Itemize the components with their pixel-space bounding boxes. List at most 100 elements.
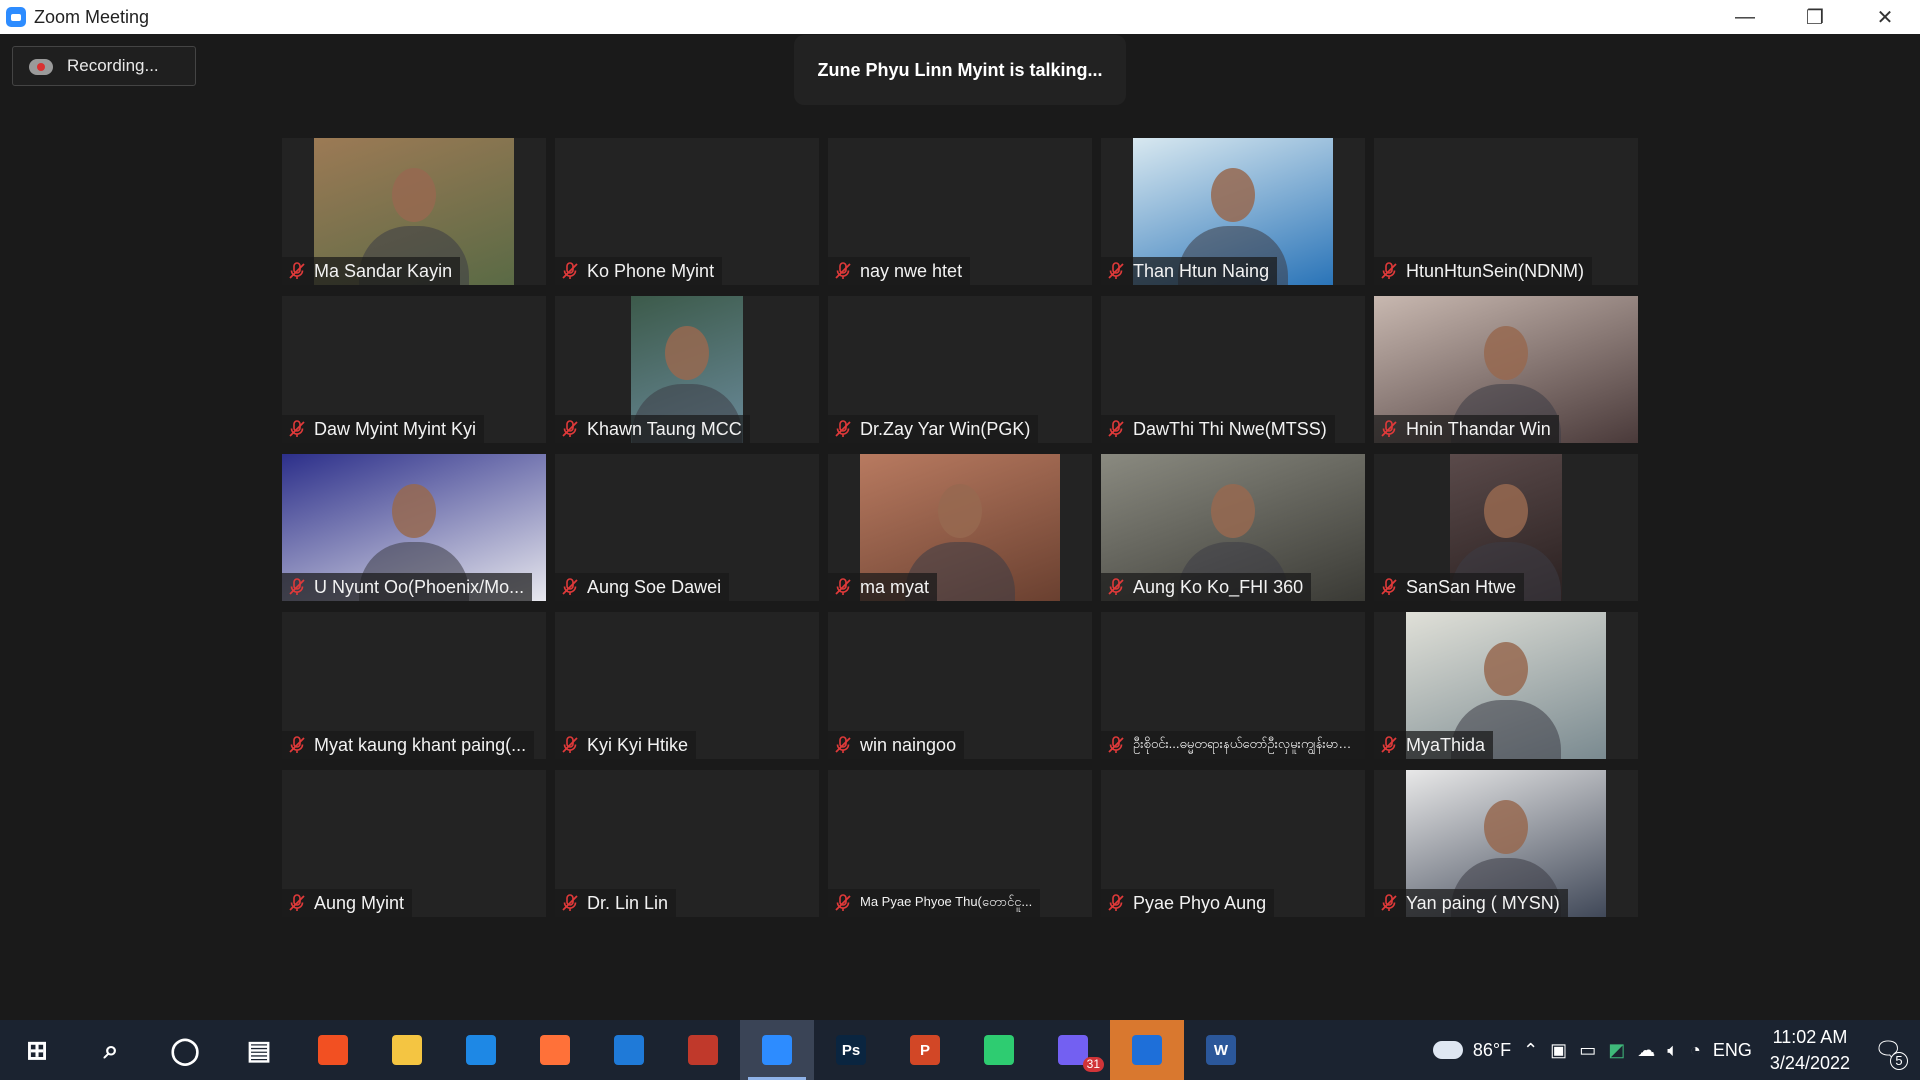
taskbar-viber-button[interactable]: 31 — [1036, 1020, 1110, 1080]
language-indicator[interactable]: ENG — [1713, 1020, 1752, 1080]
taskbar-microsoft-store-button[interactable] — [296, 1020, 370, 1080]
participant-tile[interactable]: Aung Soe Dawei — [555, 454, 819, 601]
restore-button[interactable]: ❐ — [1780, 0, 1850, 34]
taskbar-mail-button[interactable] — [592, 1020, 666, 1080]
participant-name: Khawn Taung MCC — [587, 418, 742, 439]
taskbar-task-view-button[interactable]: ▤ — [222, 1020, 296, 1080]
taskbar-search-button[interactable]: ⌕ — [74, 1020, 148, 1080]
participant-tile[interactable]: Yan paing ( MYSN) — [1374, 770, 1638, 917]
participant-tile[interactable]: DawThi Thi Nwe(MTSS) — [1101, 296, 1365, 443]
participant-name-bar: HtunHtunSein(NDNM) — [1374, 257, 1593, 285]
taskbar-cortana-button[interactable]: ◯ — [148, 1020, 222, 1080]
taskbar-edge-button[interactable] — [444, 1020, 518, 1080]
participant-name-bar: Pyae Phyo Aung — [1101, 889, 1275, 917]
participant-name-bar: Aung Ko Ko_FHI 360 — [1101, 573, 1312, 601]
participant-name: Dr. Lin Lin — [587, 892, 669, 913]
microphone-muted-icon — [1380, 420, 1398, 438]
taskbar-word-button[interactable]: W — [1184, 1020, 1258, 1080]
taskbar-zoom-button[interactable] — [740, 1020, 814, 1080]
participant-tile[interactable]: Aung Ko Ko_FHI 360 — [1101, 454, 1365, 601]
taskbar-keyboard-language-button[interactable] — [666, 1020, 740, 1080]
participant-tile[interactable]: HtunHtunSein(NDNM) — [1374, 138, 1638, 285]
participant-name-bar: Kyi Kyi Htike — [555, 731, 697, 759]
participant-name: SanSan Htwe — [1406, 576, 1517, 597]
person-silhouette — [1484, 642, 1528, 696]
notification-center-icon[interactable]: 🗨︎ 5 — [1868, 1020, 1908, 1080]
participant-tile[interactable]: nay nwe htet — [828, 138, 1092, 285]
wifi-icon[interactable]: ◔ — [1690, 1020, 1701, 1080]
task-view-icon: ▤ — [246, 1034, 272, 1065]
app-tray-icon[interactable]: ◩ — [1608, 1020, 1625, 1080]
participant-tile[interactable]: SanSan Htwe — [1374, 454, 1638, 601]
participant-name-bar: Hnin Thandar Win — [1374, 415, 1559, 443]
participant-tile[interactable]: Myat kaung khant paing(... — [282, 612, 546, 759]
participant-name: Daw Myint Myint Kyi — [314, 418, 477, 439]
microphone-muted-icon — [834, 736, 852, 754]
taskbar-powerpoint-button[interactable]: P — [888, 1020, 962, 1080]
weather-widget[interactable]: 86°F — [1432, 1020, 1511, 1080]
meeting-area: Recording... Zune Phyu Linn Myint is tal… — [0, 34, 1920, 1020]
taskbar-firefox-button[interactable] — [518, 1020, 592, 1080]
participant-tile[interactable]: Kyi Kyi Htike — [555, 612, 819, 759]
microphone-muted-icon — [1380, 262, 1398, 280]
participant-name: Dr.Zay Yar Win(PGK) — [860, 418, 1031, 439]
participant-tile[interactable]: Dr. Lin Lin — [555, 770, 819, 917]
keyboard-language-icon — [688, 1035, 718, 1065]
participant-tile[interactable]: win naingoo — [828, 612, 1092, 759]
close-button[interactable]: ✕ — [1850, 0, 1920, 34]
volume-icon[interactable]: 🔈︎ — [1667, 1020, 1678, 1080]
participant-tile[interactable]: Ma Pyae Phyoe Thu(တောင်ငူ... — [828, 770, 1092, 917]
participant-name: Yan paing ( MYSN) — [1406, 892, 1560, 913]
vpn-icon — [984, 1035, 1014, 1065]
chevron-up-icon[interactable]: ⌃ — [1523, 1020, 1538, 1080]
microphone-muted-icon — [1107, 578, 1125, 596]
participant-tile[interactable]: Pyae Phyo Aung — [1101, 770, 1365, 917]
participant-tile[interactable]: Aung Myint — [282, 770, 546, 917]
notification-count: 5 — [1890, 1052, 1908, 1070]
participant-name: ဦးစိုဝင်း...ဓမ္မတရားနယ်တော်ဦးလှမူးကျွန်း… — [1133, 735, 1357, 751]
onedrive-error-icon[interactable]: ☁ — [1637, 1020, 1655, 1080]
participant-tile[interactable]: Ma Sandar Kayin — [282, 138, 546, 285]
participant-name: DawThi Thi Nwe(MTSS) — [1133, 418, 1327, 439]
clock[interactable]: 11:02 AM 3/24/2022 — [1770, 1024, 1850, 1076]
battery-icon[interactable]: ▭ — [1579, 1020, 1596, 1080]
participant-tile[interactable]: Ko Phone Myint — [555, 138, 819, 285]
microphone-muted-icon — [1380, 894, 1398, 912]
clock-date: 3/24/2022 — [1769, 1053, 1850, 1073]
minimize-button[interactable]: — — [1710, 0, 1780, 34]
participant-tile[interactable]: Daw Myint Myint Kyi — [282, 296, 546, 443]
microphone-muted-icon — [561, 262, 579, 280]
taskbar-apps: ⊞ ⌕ ◯ ▤ Ps P 31 W — [0, 1020, 1258, 1080]
participant-tile[interactable]: Than Htun Naing — [1101, 138, 1365, 285]
recording-label: Recording... — [67, 56, 159, 75]
participant-tile[interactable]: Dr.Zay Yar Win(PGK) — [828, 296, 1092, 443]
meet-now-icon[interactable]: ▣ — [1550, 1020, 1567, 1080]
participant-name-bar: Dr. Lin Lin — [555, 889, 677, 917]
person-silhouette — [1211, 168, 1255, 222]
participant-name: Aung Soe Dawei — [587, 576, 722, 597]
edge-icon — [466, 1035, 496, 1065]
participant-tile[interactable]: U Nyunt Oo(Phoenix/Mo... — [282, 454, 546, 601]
taskbar-windows-start-button[interactable]: ⊞ — [0, 1020, 74, 1080]
microphone-muted-icon — [1380, 578, 1398, 596]
participant-tile[interactable]: Hnin Thandar Win — [1374, 296, 1638, 443]
taskbar-photoshop-button[interactable]: Ps — [814, 1020, 888, 1080]
zoom-icon — [762, 1035, 792, 1065]
participant-tile[interactable]: ဦးစိုဝင်း...ဓမ္မတရားနယ်တော်ဦးလှမူးကျွန်း… — [1101, 612, 1365, 759]
participant-name-bar: Yan paing ( MYSN) — [1374, 889, 1568, 917]
participant-tile[interactable]: MyaThida — [1374, 612, 1638, 759]
participant-name: U Nyunt Oo(Phoenix/Mo... — [314, 576, 525, 597]
participant-name: MyaThida — [1406, 734, 1486, 755]
participant-name: ma myat — [860, 576, 930, 597]
taskbar-file-explorer-button[interactable] — [370, 1020, 444, 1080]
participant-tile[interactable]: ma myat — [828, 454, 1092, 601]
taskbar-browser-button[interactable] — [1110, 1020, 1184, 1080]
microphone-muted-icon — [834, 262, 852, 280]
participant-tile[interactable]: Khawn Taung MCC — [555, 296, 819, 443]
recording-indicator[interactable]: Recording... — [12, 46, 196, 86]
window-controls: — ❐ ✕ — [1710, 0, 1920, 34]
participant-name-bar: Aung Myint — [282, 889, 413, 917]
taskbar-vpn-button[interactable] — [962, 1020, 1036, 1080]
participant-name: Ko Phone Myint — [587, 260, 715, 281]
active-speaker-banner: Zune Phyu Linn Myint is talking... — [794, 35, 1126, 105]
